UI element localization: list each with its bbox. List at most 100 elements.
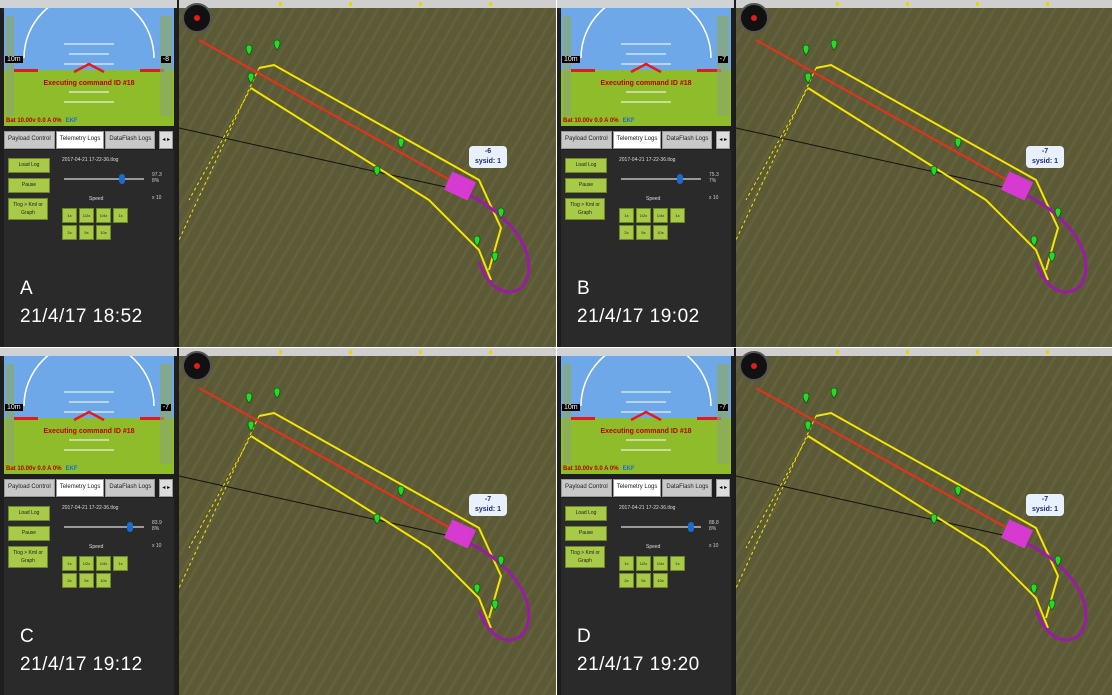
load-log-button[interactable]: Load Log (8, 506, 50, 521)
tab-telemetry-logs[interactable]: Telemetry Logs (55, 131, 105, 149)
tlog-kml-graph-button[interactable]: Tlog > Kml or Graph (8, 198, 48, 220)
playback-slider[interactable] (64, 174, 144, 184)
speed-button-3[interactable]: 1x (670, 208, 685, 223)
hud-left-readout: 10m (562, 56, 580, 63)
tab-dataflash-logs[interactable]: DataFlash Logs (105, 131, 156, 149)
playback-percent: 88.8 8% (709, 520, 719, 532)
flight-path-map[interactable] (179, 348, 556, 695)
tab-dataflash-logs[interactable]: DataFlash Logs (662, 131, 713, 149)
speed-button-1[interactable]: 1/2x (79, 556, 94, 571)
speed-button-6[interactable]: 10x (96, 573, 111, 588)
sysid-label: -7 sysid: 1 (1026, 146, 1064, 168)
speed-button-5[interactable]: 5x (636, 573, 651, 588)
slider-thumb[interactable] (127, 522, 134, 532)
sysid-label: -6 sysid: 1 (469, 146, 507, 168)
tab-dataflash-logs[interactable]: DataFlash Logs (662, 479, 713, 497)
tab-payload-control[interactable]: Payload Control (561, 131, 612, 149)
left-column: MPMAPSIMCFGHELPDATASETUPFLYEXIT 10m -7 Exe… (557, 0, 734, 347)
hud-vertical-readout: -8 (160, 56, 171, 63)
speed-button-5[interactable]: 5x (79, 573, 94, 588)
load-log-button[interactable]: Load Log (565, 506, 607, 521)
panel-timestamp: 21/4/17 19:20 (577, 654, 700, 675)
speed-button-6[interactable]: 10x (96, 225, 111, 240)
sysid-value: -7 (484, 496, 492, 503)
speed-button-5[interactable]: 5x (636, 225, 651, 240)
speed-button-4[interactable]: 2x (62, 225, 77, 240)
slider-thumb[interactable] (688, 522, 695, 532)
tlog-kml-graph-button[interactable]: Tlog > Kml or Graph (8, 546, 48, 568)
speed-button-2[interactable]: 1/4x (653, 208, 668, 223)
load-log-button[interactable]: Load Log (565, 158, 607, 173)
panel-timestamp: 21/4/17 19:12 (20, 654, 143, 675)
playback-slider[interactable] (621, 522, 701, 532)
playback-slider[interactable] (621, 174, 701, 184)
sysid-value: -7 (1041, 496, 1049, 503)
speed-button-4[interactable]: 2x (619, 573, 634, 588)
sysid-text: sysid: 1 (1031, 506, 1059, 513)
ekf-text: EKF (65, 118, 78, 124)
pause-button[interactable]: Pause (8, 526, 50, 541)
hud-left-readout: 10m (5, 404, 23, 411)
speed-button-2[interactable]: 1/4x (96, 556, 111, 571)
pause-button[interactable]: Pause (8, 178, 50, 193)
load-log-button[interactable]: Load Log (8, 158, 50, 173)
tlog-kml-graph-button[interactable]: Tlog > Kml or Graph (565, 198, 605, 220)
tab-scroll-arrows[interactable]: ◂ ▸ (159, 479, 174, 497)
flight-path-map[interactable] (736, 348, 1112, 695)
satellite-map[interactable]: -7 sysid: 1 (736, 0, 1112, 347)
tab-payload-control[interactable]: Payload Control (4, 131, 55, 149)
tab-telemetry-logs[interactable]: Telemetry Logs (612, 131, 662, 149)
speed-button-2[interactable]: 1/4x (96, 208, 111, 223)
panel-letter: D (577, 626, 592, 647)
left-column: MPMAPSIMCFGHELPDATASETUPFLYEXIT 10m -7 Exe… (557, 348, 734, 695)
tab-scroll-arrows[interactable]: ◂ ▸ (716, 131, 731, 149)
speed-button-4[interactable]: 2x (62, 573, 77, 588)
tab-telemetry-logs[interactable]: Telemetry Logs (612, 479, 662, 497)
log-filename: 2017-04-21 17-22-36.tlog (62, 505, 119, 511)
log-filename: 2017-04-21 17-22-36.tlog (62, 157, 119, 163)
speed-button-0[interactable]: 1x (62, 556, 77, 571)
speed-button-1[interactable]: 1/2x (636, 208, 651, 223)
pause-button[interactable]: Pause (565, 178, 607, 193)
sysid-text: sysid: 1 (1031, 158, 1059, 165)
speed-button-0[interactable]: 1x (62, 208, 77, 223)
speed-button-1[interactable]: 1/2x (636, 556, 651, 571)
panel-letter: B (577, 278, 591, 299)
menu-bar: MPMAPSIMCFGHELPDATASETUPFLYEXIT (557, 348, 734, 363)
tab-scroll-arrows[interactable]: ◂ ▸ (159, 131, 174, 149)
satellite-map[interactable]: -7 sysid: 1 (179, 348, 556, 695)
tlog-kml-graph-button[interactable]: Tlog > Kml or Graph (565, 546, 605, 568)
hud-status-message: Executing command ID #18 (43, 80, 135, 87)
speed-button-4[interactable]: 2x (619, 225, 634, 240)
speed-button-3[interactable]: 1x (113, 556, 128, 571)
satellite-map[interactable]: -7 sysid: 1 (736, 348, 1112, 695)
speed-button-3[interactable]: 1x (670, 556, 685, 571)
flight-path-map[interactable] (179, 0, 556, 347)
artificial-horizon (561, 8, 731, 126)
speed-button-3[interactable]: 1x (113, 208, 128, 223)
tab-payload-control[interactable]: Payload Control (4, 479, 55, 497)
speed-button-6[interactable]: 10x (653, 225, 668, 240)
speed-button-6[interactable]: 10x (653, 573, 668, 588)
speed-button-1[interactable]: 1/2x (79, 208, 94, 223)
speed-button-2[interactable]: 1/4x (653, 556, 668, 571)
panel-timestamp: 21/4/17 18:52 (20, 306, 143, 327)
tab-bar: Payload Control Telemetry Logs DataFlash L… (561, 479, 731, 497)
slider-thumb[interactable] (118, 174, 125, 184)
tab-dataflash-logs[interactable]: DataFlash Logs (105, 479, 156, 497)
pause-button[interactable]: Pause (565, 526, 607, 541)
tab-scroll-arrows[interactable]: ◂ ▸ (716, 479, 731, 497)
flight-path-map[interactable] (736, 0, 1112, 347)
menu-bar: MPMAPSIMCFGHELPDATASETUPFLYEXIT (0, 0, 177, 15)
tab-telemetry-logs[interactable]: Telemetry Logs (55, 479, 105, 497)
speed-label: Speed (89, 196, 104, 202)
speed-button-0[interactable]: 1x (619, 556, 634, 571)
slider-thumb[interactable] (677, 174, 684, 184)
tab-payload-control[interactable]: Payload Control (561, 479, 612, 497)
screenshot-panel-b: MPMAPSIMCFGHELPDATASETUPFLYEXIT 10m -7 Exe… (557, 0, 1112, 347)
speed-button-5[interactable]: 5x (79, 225, 94, 240)
ekf-text: EKF (622, 118, 635, 124)
satellite-map[interactable]: -6 sysid: 1 (179, 0, 556, 347)
speed-button-0[interactable]: 1x (619, 208, 634, 223)
playback-slider[interactable] (64, 522, 144, 532)
